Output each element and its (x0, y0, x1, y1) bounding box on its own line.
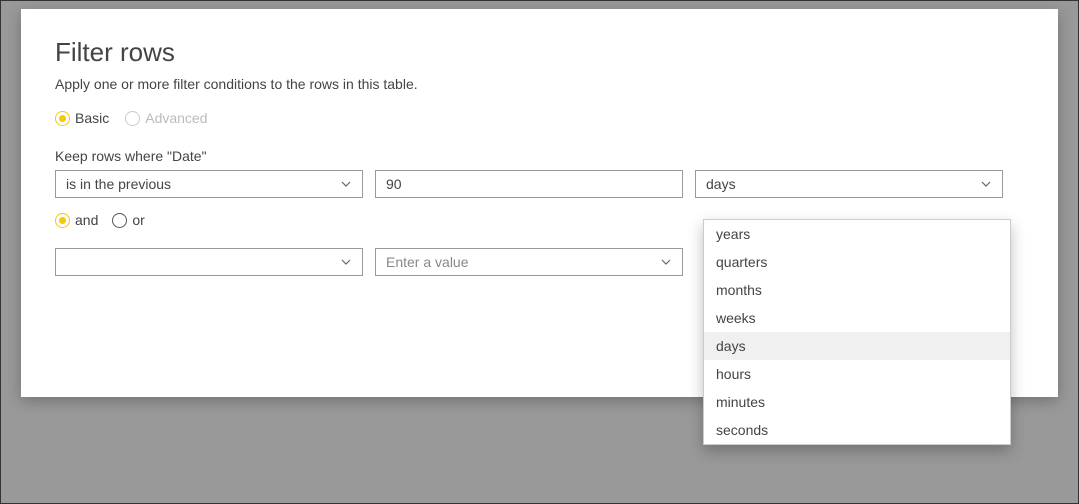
unit-option-quarters[interactable]: quarters (704, 248, 1010, 276)
filter-row-1: is in the previous 90 days (55, 170, 1024, 198)
filter-mode-row: Basic Advanced (55, 110, 1024, 126)
unit-dropdown-menu: years quarters months weeks days hours m… (703, 219, 1011, 445)
operator-select-1[interactable]: is in the previous (55, 170, 363, 198)
unit-select-1[interactable]: days (695, 170, 1003, 198)
dialog-title: Filter rows (55, 37, 1024, 68)
radio-icon (55, 213, 70, 228)
operator-select-2[interactable] (55, 248, 363, 276)
value-input-1[interactable]: 90 (375, 170, 683, 198)
radio-icon (55, 111, 70, 126)
mode-advanced-radio[interactable]: Advanced (125, 110, 207, 126)
value-placeholder: Enter a value (386, 254, 469, 270)
logic-and-radio[interactable]: and (55, 212, 98, 228)
unit-option-minutes[interactable]: minutes (704, 388, 1010, 416)
mode-basic-radio[interactable]: Basic (55, 110, 109, 126)
value-input-2[interactable]: Enter a value (375, 248, 683, 276)
unit-option-years[interactable]: years (704, 220, 1010, 248)
dialog-subtitle: Apply one or more filter conditions to t… (55, 76, 1024, 92)
chevron-down-icon (660, 256, 672, 268)
value-text: 90 (386, 176, 402, 192)
chevron-down-icon (340, 178, 352, 190)
mode-advanced-label: Advanced (145, 110, 207, 126)
unit-option-days[interactable]: days (704, 332, 1010, 360)
keep-rows-label: Keep rows where "Date" (55, 148, 1024, 164)
unit-option-months[interactable]: months (704, 276, 1010, 304)
operator-value: is in the previous (66, 176, 171, 192)
mode-basic-label: Basic (75, 110, 109, 126)
unit-option-weeks[interactable]: weeks (704, 304, 1010, 332)
unit-option-seconds[interactable]: seconds (704, 416, 1010, 444)
logic-or-label: or (132, 212, 144, 228)
chevron-down-icon (980, 178, 992, 190)
radio-icon (125, 111, 140, 126)
logic-or-radio[interactable]: or (112, 212, 144, 228)
chevron-down-icon (340, 256, 352, 268)
unit-value: days (706, 176, 736, 192)
radio-icon (112, 213, 127, 228)
unit-option-hours[interactable]: hours (704, 360, 1010, 388)
logic-and-label: and (75, 212, 98, 228)
